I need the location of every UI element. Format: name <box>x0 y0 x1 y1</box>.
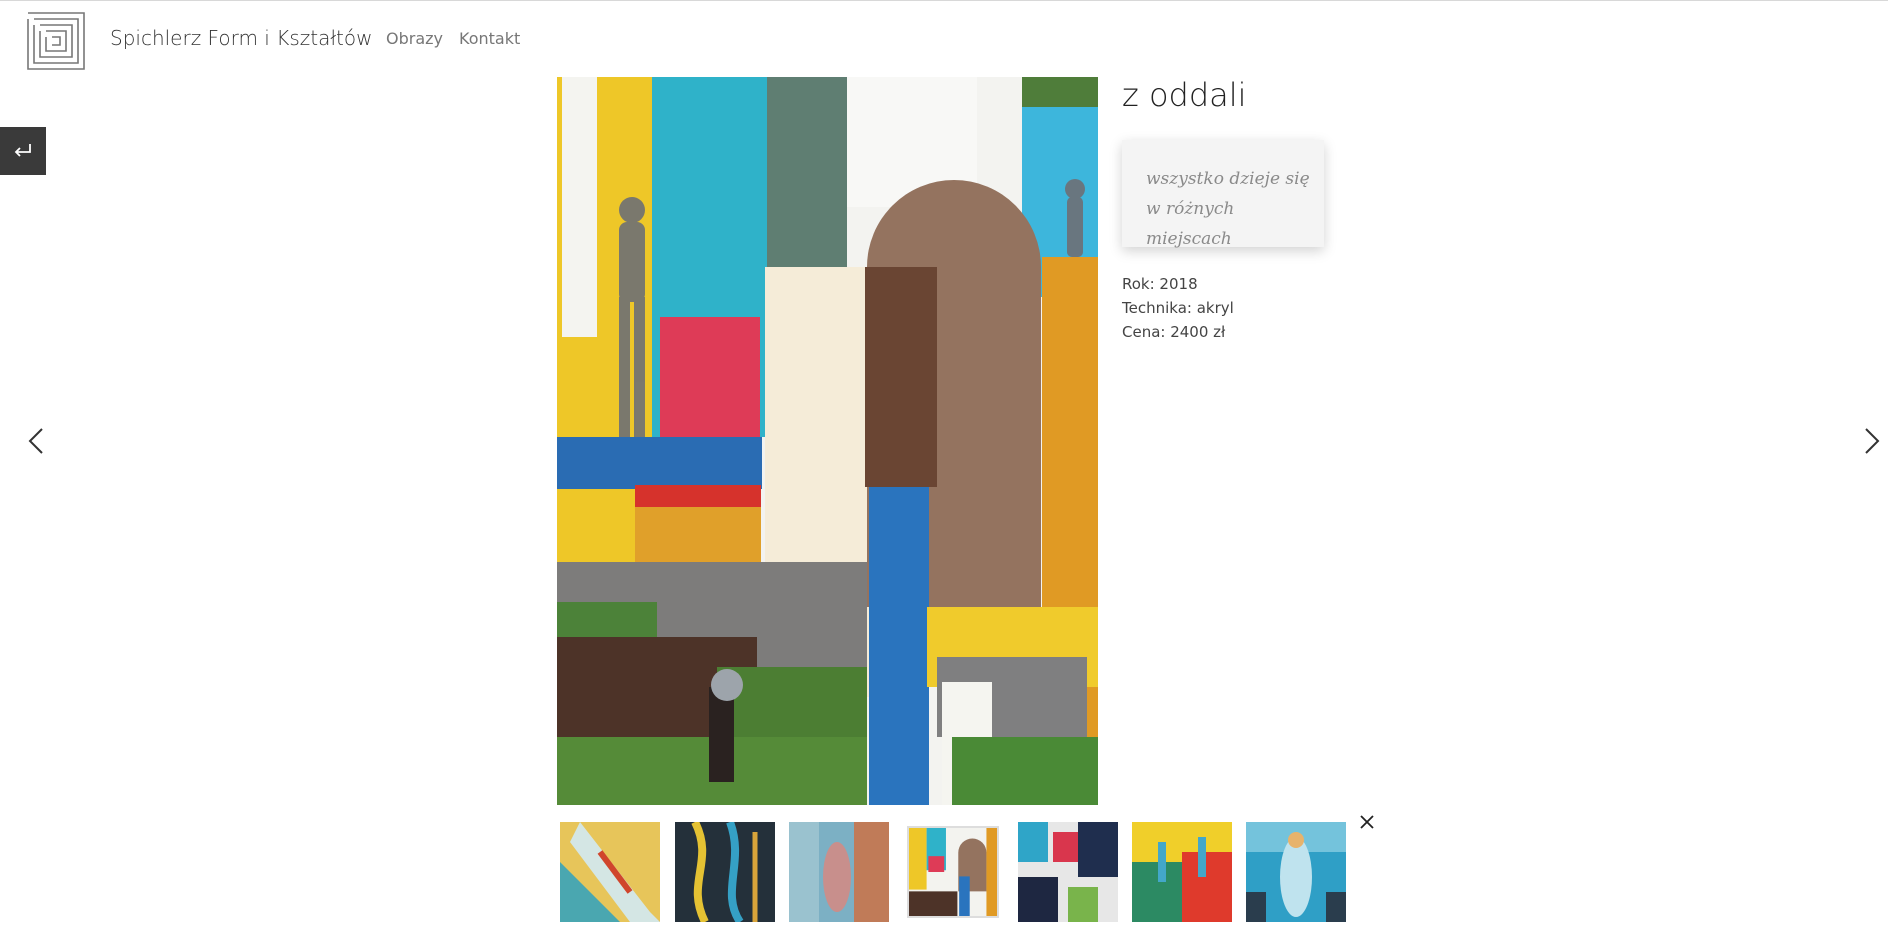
artwork-quote: wszystko dzieje się w różnych miejscach <box>1122 140 1324 249</box>
painting-image <box>557 77 1098 805</box>
next-arrow-button[interactable] <box>1852 421 1888 461</box>
artwork-price: Cena: 2400 zł <box>1122 323 1226 341</box>
chevron-left-icon <box>28 428 43 454</box>
site-title[interactable]: Spichlerz Form i Kształtów <box>110 26 372 50</box>
nav-link-obrazy[interactable]: Obrazy <box>386 29 443 48</box>
thumbnail-4[interactable] <box>909 828 997 916</box>
thumbnail-1[interactable] <box>560 822 660 922</box>
artwork-technique: Technika: akryl <box>1122 299 1234 317</box>
nav-link-kontakt[interactable]: Kontakt <box>459 29 520 48</box>
artwork-details: Rok: 2018 Technika: akryl Cena: 2400 zł <box>1122 272 1234 344</box>
thumbnail-6[interactable] <box>1132 822 1232 922</box>
close-button[interactable] <box>1358 813 1376 831</box>
quote-line-1: wszystko dzieje się <box>1146 169 1310 189</box>
site-logo[interactable] <box>26 11 86 71</box>
artwork-year: Rok: 2018 <box>1122 275 1198 293</box>
back-button[interactable] <box>0 127 46 175</box>
thumbnail-3[interactable] <box>789 822 889 922</box>
thumbnail-2[interactable] <box>675 822 775 922</box>
thumbnail-7[interactable] <box>1246 822 1346 922</box>
close-icon <box>1360 815 1374 829</box>
thumbnail-5[interactable] <box>1018 822 1118 922</box>
back-icon <box>14 144 31 157</box>
artwork-title: z oddali <box>1122 76 1247 114</box>
previous-arrow-button[interactable] <box>16 421 56 461</box>
chevron-right-icon <box>1865 428 1880 454</box>
main-nav: Obrazy Kontakt <box>386 29 520 48</box>
quote-line-2: w różnych miejscach <box>1146 199 1235 249</box>
